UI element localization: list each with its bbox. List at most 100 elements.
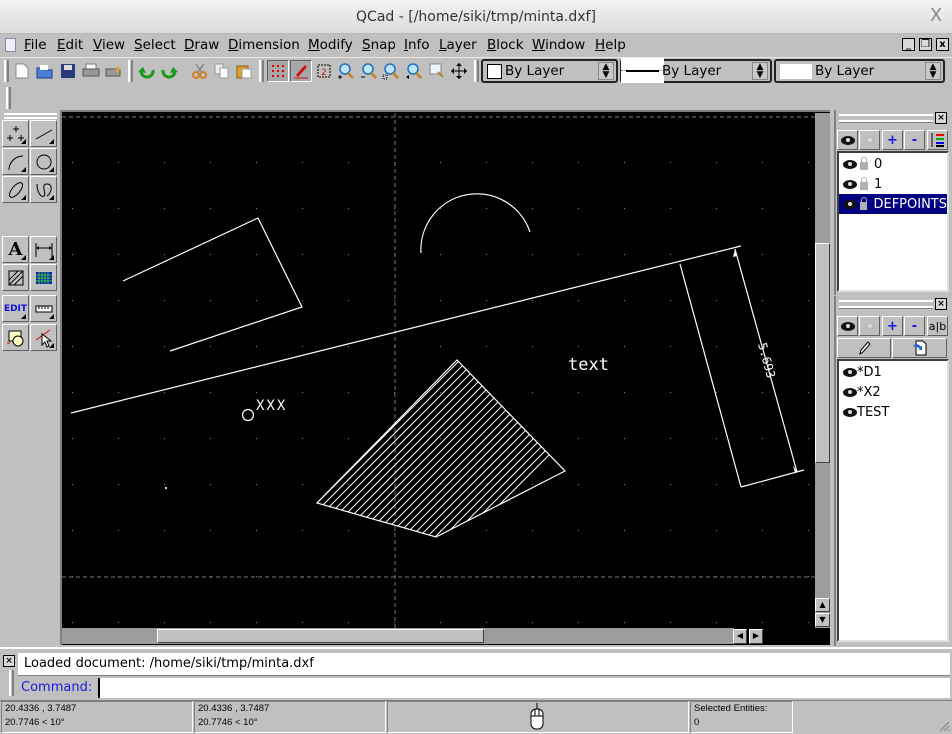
mdi-minimize-button[interactable]: _ bbox=[902, 38, 915, 51]
edit-layer-button[interactable] bbox=[927, 130, 948, 150]
dock-title-handle[interactable] bbox=[839, 114, 933, 122]
visible-eye-icon[interactable] bbox=[843, 407, 857, 417]
remove-layer-button[interactable]: - bbox=[904, 130, 925, 150]
print-preview-button[interactable] bbox=[103, 60, 125, 82]
save-file-button[interactable] bbox=[57, 60, 79, 82]
text-entity[interactable]: text bbox=[568, 355, 609, 375]
scroll-down-button[interactable]: ▼ bbox=[815, 613, 830, 627]
copy-button[interactable] bbox=[211, 60, 233, 82]
print-button[interactable] bbox=[80, 60, 102, 82]
zoom-auto-button[interactable] bbox=[380, 60, 402, 82]
menu-draw[interactable]: Draw bbox=[184, 37, 219, 53]
toolbar-handle[interactable] bbox=[6, 87, 11, 109]
redraw-button[interactable]: 2 bbox=[313, 60, 335, 82]
tool-select-block[interactable] bbox=[2, 324, 29, 351]
show-all-blocks-button[interactable] bbox=[837, 316, 858, 336]
toolbar-handle[interactable] bbox=[4, 60, 9, 82]
cut-button[interactable] bbox=[189, 60, 211, 82]
rename-block-button[interactable]: a|b bbox=[927, 316, 948, 336]
visible-eye-icon[interactable] bbox=[843, 387, 857, 397]
edit-block-button[interactable] bbox=[837, 338, 891, 358]
toolbar-handle[interactable] bbox=[259, 60, 264, 82]
insert-block-button[interactable] bbox=[892, 338, 947, 358]
tool-arcs[interactable] bbox=[2, 148, 29, 175]
toolbar-handle[interactable] bbox=[474, 60, 479, 82]
layer-dock-close-button[interactable]: × bbox=[935, 112, 947, 124]
menu-help[interactable]: Help bbox=[595, 37, 626, 53]
undo-button[interactable] bbox=[136, 60, 158, 82]
pen-color-select[interactable]: By Layer ▲ ▼ bbox=[481, 59, 618, 83]
tool-lines[interactable] bbox=[30, 120, 57, 147]
text-entity-xxx[interactable]: XXX bbox=[256, 398, 287, 414]
menu-layer[interactable]: Layer bbox=[439, 37, 477, 53]
hide-all-layers-button[interactable] bbox=[859, 130, 880, 150]
tool-dimensions[interactable] bbox=[30, 236, 57, 263]
command-input[interactable] bbox=[98, 678, 950, 698]
tool-points[interactable] bbox=[2, 120, 29, 147]
block-item[interactable]: TEST bbox=[839, 402, 947, 422]
scroll-up-button[interactable]: ▲ bbox=[815, 598, 830, 612]
scroll-left-button[interactable]: ◀ bbox=[733, 629, 747, 644]
scroll-right-button[interactable]: ▶ bbox=[749, 629, 763, 644]
lock-icon[interactable] bbox=[860, 157, 868, 170]
tool-splines[interactable] bbox=[30, 176, 57, 203]
menu-file[interactable]: File bbox=[24, 37, 47, 53]
block-item[interactable]: *D1 bbox=[839, 362, 947, 382]
line-width-select[interactable]: By Layer ▲ ▼ bbox=[774, 59, 945, 83]
line-entity[interactable] bbox=[70, 245, 742, 414]
resize-grip-icon[interactable] bbox=[938, 720, 950, 732]
new-file-button[interactable] bbox=[11, 60, 33, 82]
visible-eye-icon[interactable] bbox=[843, 199, 857, 209]
visible-eye-icon[interactable] bbox=[843, 367, 857, 377]
zoom-pan-button[interactable] bbox=[448, 60, 470, 82]
hide-all-blocks-button[interactable] bbox=[859, 316, 880, 336]
tool-text[interactable]: A bbox=[2, 236, 29, 263]
layer-item[interactable]: 1 bbox=[839, 174, 947, 194]
circle-entity[interactable] bbox=[241, 408, 255, 422]
tool-measure[interactable] bbox=[30, 295, 57, 322]
command-dock-handle[interactable] bbox=[9, 670, 14, 696]
block-dock-close-button[interactable]: × bbox=[935, 298, 947, 310]
layer-item[interactable]: DEFPOINTS bbox=[839, 194, 947, 214]
arc-entity[interactable] bbox=[420, 193, 531, 254]
tool-image[interactable] bbox=[30, 264, 57, 291]
visible-eye-icon[interactable] bbox=[843, 179, 857, 189]
add-layer-button[interactable]: + bbox=[882, 130, 903, 150]
menu-edit[interactable]: Edit bbox=[57, 37, 83, 53]
cad-toolbar-handle[interactable] bbox=[4, 113, 57, 119]
command-dock-close-button[interactable]: × bbox=[3, 655, 15, 667]
mdi-close-button[interactable]: x bbox=[936, 38, 949, 51]
tool-snap-select[interactable] bbox=[30, 324, 57, 351]
visible-eye-icon[interactable] bbox=[843, 159, 857, 169]
add-block-button[interactable]: + bbox=[882, 316, 903, 336]
menu-snap[interactable]: Snap bbox=[362, 37, 396, 53]
menu-view[interactable]: View bbox=[93, 37, 125, 53]
show-all-layers-button[interactable] bbox=[837, 130, 858, 150]
horizontal-scroll-thumb[interactable] bbox=[157, 629, 484, 643]
menu-block[interactable]: Block bbox=[487, 37, 524, 53]
zoom-window-button[interactable] bbox=[426, 60, 448, 82]
toolbar-handle[interactable] bbox=[128, 60, 133, 82]
drawing-canvas[interactable]: XXX text 5.693 bbox=[62, 113, 815, 628]
tool-ellipses[interactable] bbox=[2, 176, 29, 203]
menu-dimension[interactable]: Dimension bbox=[228, 37, 300, 53]
paste-button[interactable] bbox=[233, 60, 255, 82]
tool-modify[interactable]: EDIT bbox=[2, 295, 29, 322]
menu-modify[interactable]: Modify bbox=[308, 37, 353, 53]
draft-mode-button[interactable] bbox=[290, 60, 312, 82]
grid-toggle-button[interactable] bbox=[267, 60, 289, 82]
mdi-restore-button[interactable]: ❐ bbox=[919, 38, 932, 51]
zoom-out-button[interactable] bbox=[358, 60, 380, 82]
lock-icon[interactable] bbox=[859, 197, 868, 210]
lock-icon[interactable] bbox=[860, 177, 868, 190]
vertical-scroll-thumb[interactable] bbox=[815, 243, 830, 463]
zoom-in-button[interactable] bbox=[335, 60, 357, 82]
dock-title-handle[interactable] bbox=[839, 300, 933, 308]
menu-info[interactable]: Info bbox=[404, 37, 430, 53]
zoom-previous-button[interactable] bbox=[403, 60, 425, 82]
polyline-entity[interactable] bbox=[122, 217, 303, 352]
window-close-button[interactable]: X bbox=[924, 5, 948, 29]
menu-select[interactable]: Select bbox=[134, 37, 176, 53]
tool-hatch[interactable] bbox=[2, 264, 29, 291]
menu-window[interactable]: Window bbox=[532, 37, 585, 53]
